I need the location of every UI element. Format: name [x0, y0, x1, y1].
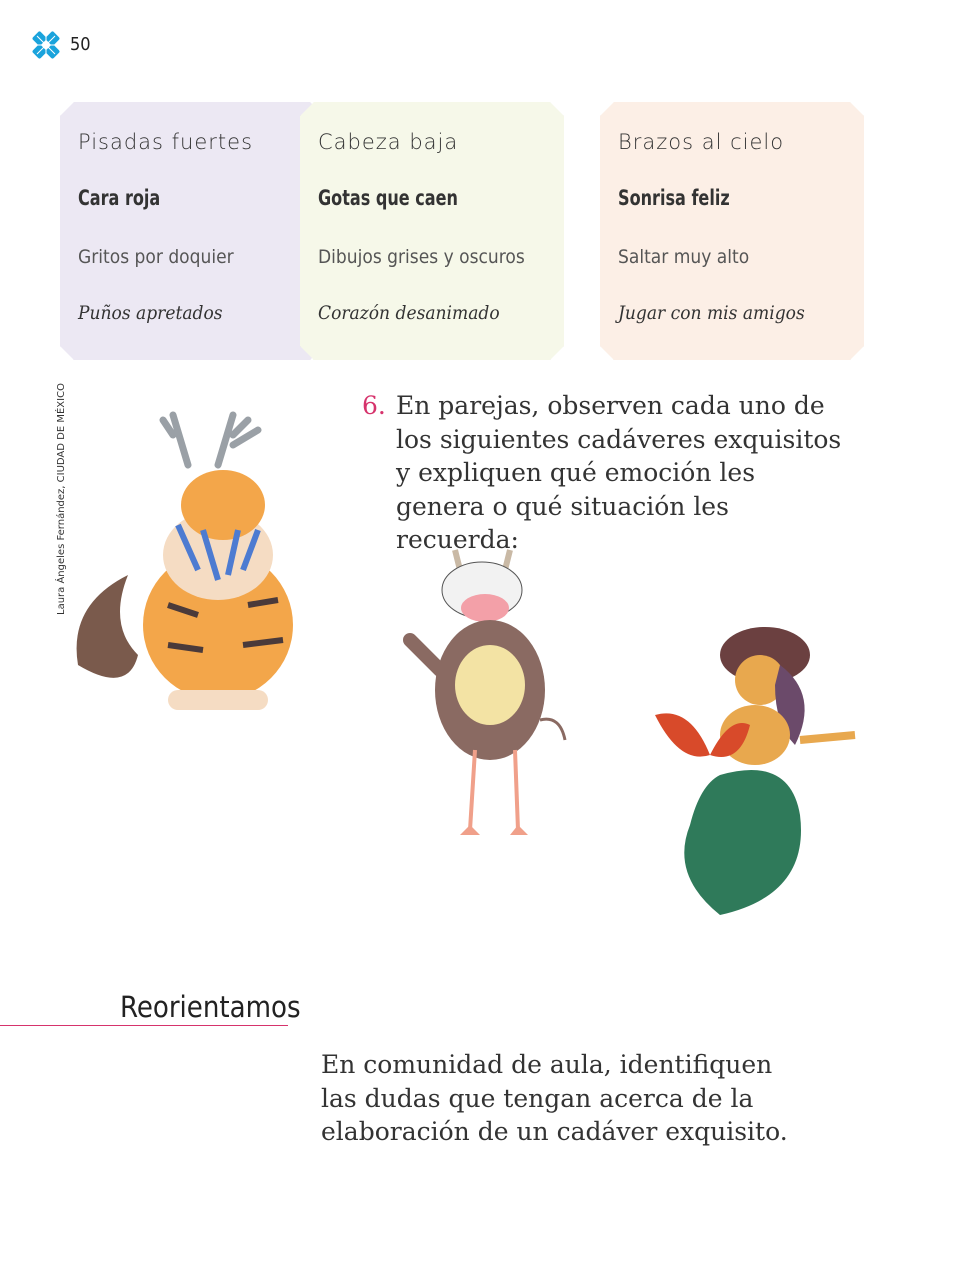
flower-logo-icon: [32, 31, 60, 59]
card-sadness: Cabeza baja Gotas que caen Dibujos grise…: [300, 102, 564, 360]
image-credit: Laura Ángeles Fernández, CIUDAD DE MÉXIC…: [56, 383, 67, 615]
card-line: Sonrisa feliz: [618, 186, 730, 210]
card-line: Corazón desanimado: [318, 302, 500, 324]
card-line: Pisadas fuertes: [78, 130, 254, 154]
activity-6: 6. En parejas, observen cada uno de los …: [362, 389, 842, 557]
activity-number: 6.: [362, 391, 386, 420]
card-line: Gritos por doquier: [78, 246, 234, 268]
activity-text: En parejas, observen cada uno de los sig…: [396, 391, 842, 554]
card-line: Cabeza baja: [318, 130, 459, 154]
card-line: Dibujos grises y oscuros: [318, 246, 525, 268]
page: 50 Pisadas fuertes Cara roja Gritos por …: [0, 0, 969, 1276]
card-line: Saltar muy alto: [618, 246, 750, 268]
page-number: 50: [70, 34, 91, 55]
card-line: Puños apretados: [78, 302, 223, 324]
section-divider: [0, 1025, 288, 1026]
section-title: Reorientamos: [120, 990, 301, 1024]
card-anger: Pisadas fuertes Cara roja Gritos por doq…: [60, 102, 324, 360]
card-line: Cara roja: [78, 186, 161, 210]
card-joy: Brazos al cielo Sonrisa feliz Saltar muy…: [600, 102, 864, 360]
section-text: En comunidad de aula, identifiquen las d…: [321, 1050, 788, 1146]
tiger-illustration: [76, 411, 293, 710]
card-line: Gotas que caen: [318, 186, 458, 210]
mermaid-illustration: [655, 627, 856, 915]
card-line: Brazos al cielo: [618, 130, 785, 154]
card-line: Jugar con mis amigos: [618, 302, 805, 324]
cow-illustration: [403, 549, 567, 835]
